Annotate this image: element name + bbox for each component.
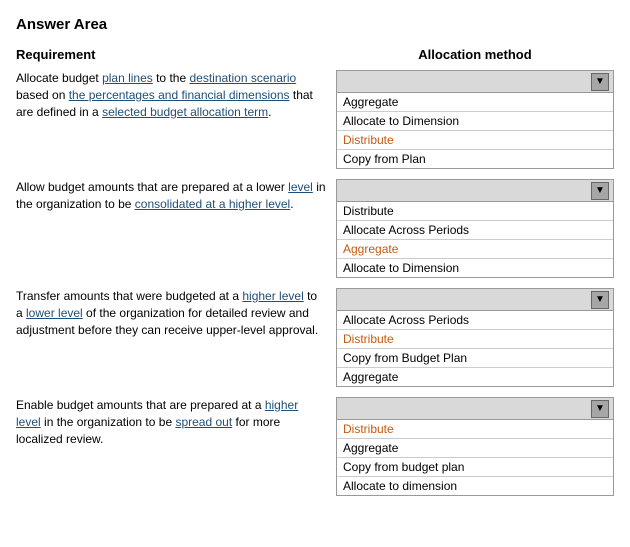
table-row-1: Allocate budget plan lines to the destin…	[16, 70, 614, 169]
dropdown-arrow-2[interactable]: ▼	[591, 182, 609, 200]
dropdown-bar-4: ▼	[337, 398, 613, 420]
requirement-cell-3: Transfer amounts that were budgeted at a…	[16, 288, 336, 338]
option-3-3[interactable]: Copy from Budget Plan	[337, 349, 613, 368]
option-1-2[interactable]: Allocate to Dimension	[337, 112, 613, 131]
option-2-3[interactable]: Aggregate	[337, 240, 613, 259]
allocation-cell-4: ▼ DistributeAggregateCopy from budget pla…	[336, 397, 614, 496]
allocation-cell-3: ▼ Allocate Across PeriodsDistributeCopy f…	[336, 288, 614, 387]
main-table: Requirement Allocation method Allocate b…	[16, 47, 614, 496]
requirement-cell-4: Enable budget amounts that are prepared …	[16, 397, 336, 447]
table-row-3: Transfer amounts that were budgeted at a…	[16, 288, 614, 387]
dropdown-arrow-1[interactable]: ▼	[591, 73, 609, 91]
option-3-2[interactable]: Distribute	[337, 330, 613, 349]
table-row-2: Allow budget amounts that are prepared a…	[16, 179, 614, 278]
table-header: Requirement Allocation method	[16, 47, 614, 62]
page-title: Answer Area	[16, 16, 614, 33]
dropdown-bar-2: ▼	[337, 180, 613, 202]
allocation-header: Allocation method	[336, 47, 614, 62]
allocation-cell-2: ▼ DistributeAllocate Across PeriodsAggreg…	[336, 179, 614, 278]
rows-container: Allocate budget plan lines to the destin…	[16, 70, 614, 496]
option-1-4[interactable]: Copy from Plan	[337, 150, 613, 168]
option-2-1[interactable]: Distribute	[337, 202, 613, 221]
option-2-4[interactable]: Allocate to Dimension	[337, 259, 613, 277]
option-4-4[interactable]: Allocate to dimension	[337, 477, 613, 495]
requirement-cell-1: Allocate budget plan lines to the destin…	[16, 70, 336, 120]
table-row-4: Enable budget amounts that are prepared …	[16, 397, 614, 496]
requirement-header: Requirement	[16, 47, 336, 62]
option-4-2[interactable]: Aggregate	[337, 439, 613, 458]
option-1-3[interactable]: Distribute	[337, 131, 613, 150]
option-3-1[interactable]: Allocate Across Periods	[337, 311, 613, 330]
requirement-cell-2: Allow budget amounts that are prepared a…	[16, 179, 336, 213]
option-2-2[interactable]: Allocate Across Periods	[337, 221, 613, 240]
option-1-1[interactable]: Aggregate	[337, 93, 613, 112]
option-4-1[interactable]: Distribute	[337, 420, 613, 439]
dropdown-arrow-3[interactable]: ▼	[591, 291, 609, 309]
dropdown-bar-3: ▼	[337, 289, 613, 311]
option-3-4[interactable]: Aggregate	[337, 368, 613, 386]
allocation-cell-1: ▼ AggregateAllocate to DimensionDistribut…	[336, 70, 614, 169]
option-4-3[interactable]: Copy from budget plan	[337, 458, 613, 477]
dropdown-bar-1: ▼	[337, 71, 613, 93]
dropdown-arrow-4[interactable]: ▼	[591, 400, 609, 418]
